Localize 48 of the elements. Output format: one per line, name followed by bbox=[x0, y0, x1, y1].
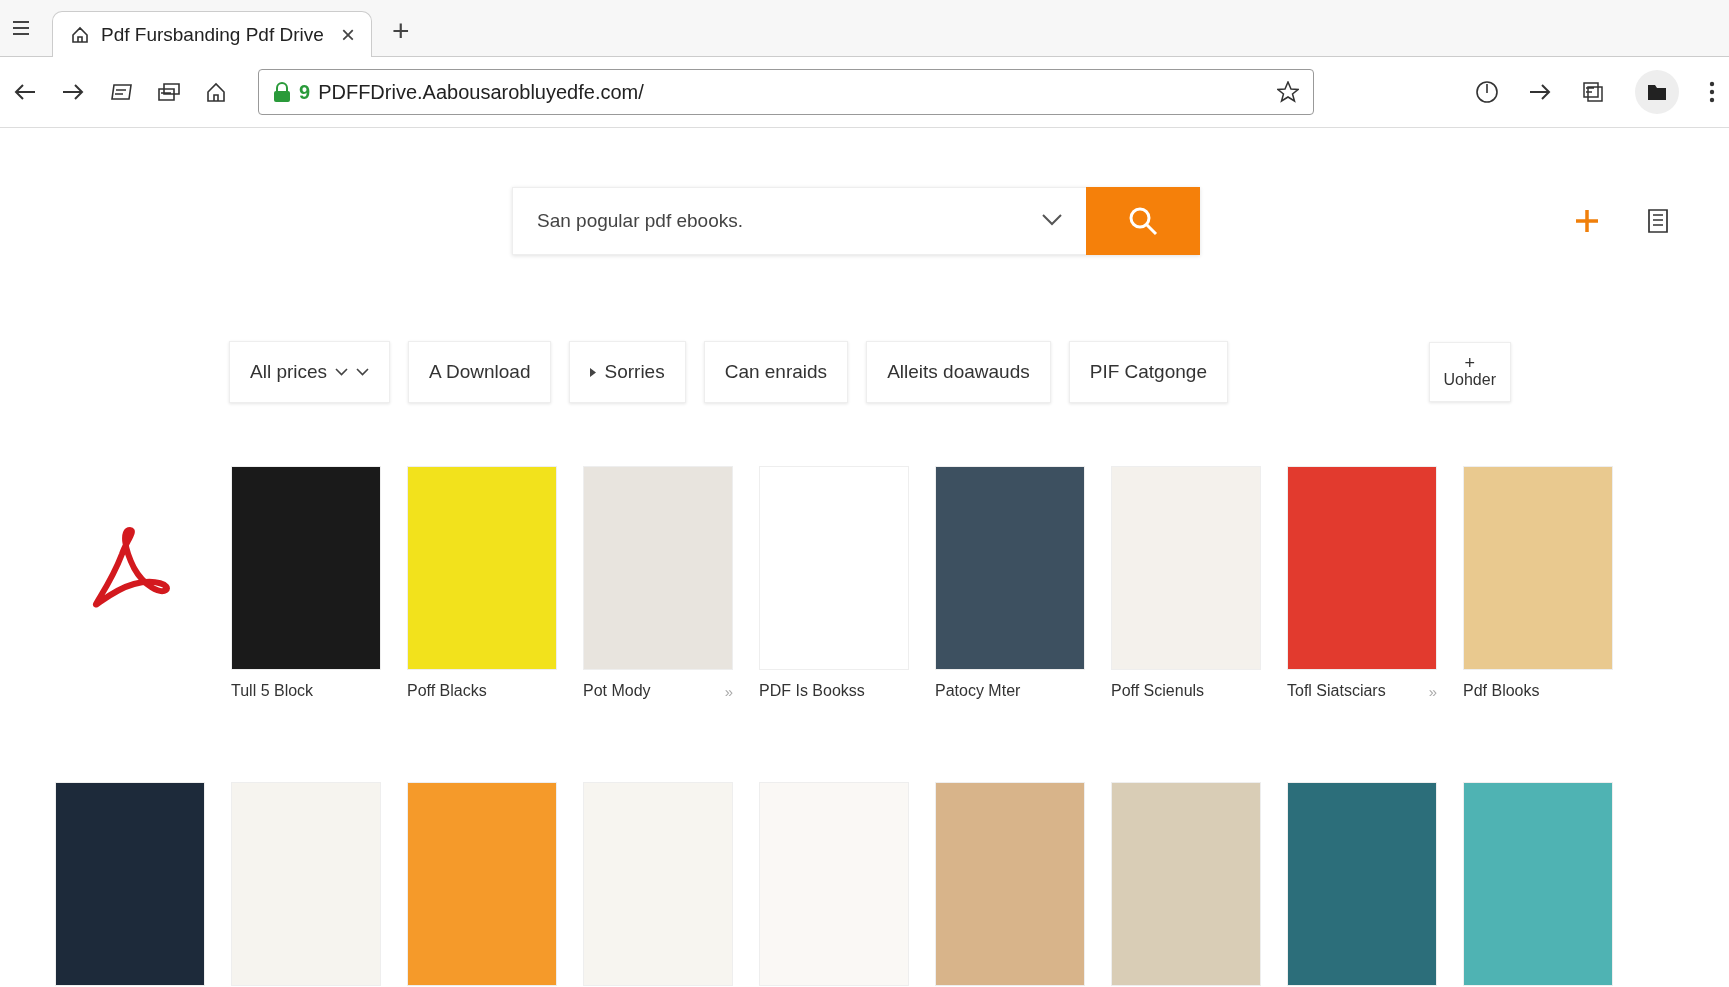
clock-icon[interactable] bbox=[1475, 80, 1499, 104]
chevron-down-icon[interactable] bbox=[1042, 214, 1062, 226]
forward-icon[interactable] bbox=[62, 83, 84, 101]
tabs-icon[interactable] bbox=[158, 83, 180, 101]
book-title[interactable]: Tofl Siatsciars bbox=[1287, 682, 1386, 700]
filter-chip[interactable]: Can enraids bbox=[703, 341, 849, 403]
book-title[interactable]: Poff Blacks bbox=[407, 682, 487, 700]
plus-icon[interactable] bbox=[1575, 209, 1599, 233]
caret-right-icon bbox=[590, 367, 597, 377]
address-bar[interactable]: 9 PDFFDrive.Aabousarobluyedfe.com/ bbox=[258, 69, 1314, 115]
filter-chip[interactable]: PIF Catgonge bbox=[1068, 341, 1228, 403]
new-tab-button[interactable]: + bbox=[392, 14, 410, 48]
lock-icon bbox=[273, 82, 291, 102]
filter-chip[interactable]: Alleits doawauds bbox=[866, 341, 1051, 403]
browser-tab[interactable]: Pdf Fursbanding Pdf Drive × bbox=[52, 11, 372, 57]
back-icon[interactable] bbox=[14, 83, 36, 101]
home-icon[interactable] bbox=[206, 82, 226, 102]
tab-title: Pdf Fursbanding Pdf Drive bbox=[101, 23, 325, 46]
add-filter-button[interactable]: + Uohder bbox=[1428, 342, 1511, 402]
star-icon[interactable] bbox=[1277, 81, 1299, 103]
pdf-logo-icon bbox=[90, 526, 170, 610]
url-text: PDFFDrive.Aabousarobluyedfe.com/ bbox=[318, 80, 645, 104]
book-cover[interactable] bbox=[935, 466, 1085, 670]
search-field[interactable]: San pogular pdf ebooks. bbox=[512, 187, 1086, 255]
filter-chip[interactable]: Sorries bbox=[569, 341, 686, 403]
document-icon[interactable] bbox=[1647, 209, 1669, 233]
reader-icon[interactable] bbox=[110, 83, 132, 101]
book-title[interactable]: Patocy Mter bbox=[935, 682, 1021, 700]
chevron-down-icon bbox=[335, 368, 349, 376]
filter-chip[interactable]: A Download bbox=[408, 341, 552, 403]
home-icon bbox=[71, 25, 89, 44]
book-title[interactable]: Poff Scienuls bbox=[1111, 682, 1205, 700]
book-cover[interactable] bbox=[55, 782, 205, 986]
forward-icon[interactable] bbox=[1529, 83, 1551, 101]
site-prefix: 9 bbox=[299, 80, 311, 104]
close-tab-button[interactable]: × bbox=[341, 20, 355, 49]
search-icon bbox=[1128, 206, 1158, 236]
book-cover[interactable] bbox=[231, 466, 381, 670]
book-title[interactable]: PDF Is Bookss bbox=[759, 682, 865, 700]
book-title[interactable]: Tull 5 Block bbox=[231, 682, 314, 700]
folder-icon bbox=[1647, 83, 1667, 101]
folder-button[interactable] bbox=[1635, 70, 1679, 114]
book-title[interactable]: Pot Mody bbox=[583, 682, 651, 700]
book-title[interactable]: Pdf Blooks bbox=[1463, 682, 1540, 700]
filter-chip[interactable]: All prices bbox=[229, 341, 391, 403]
chevron-down-icon bbox=[356, 368, 370, 376]
more-icon[interactable] bbox=[1709, 81, 1715, 103]
menu-icon[interactable] bbox=[12, 21, 30, 35]
